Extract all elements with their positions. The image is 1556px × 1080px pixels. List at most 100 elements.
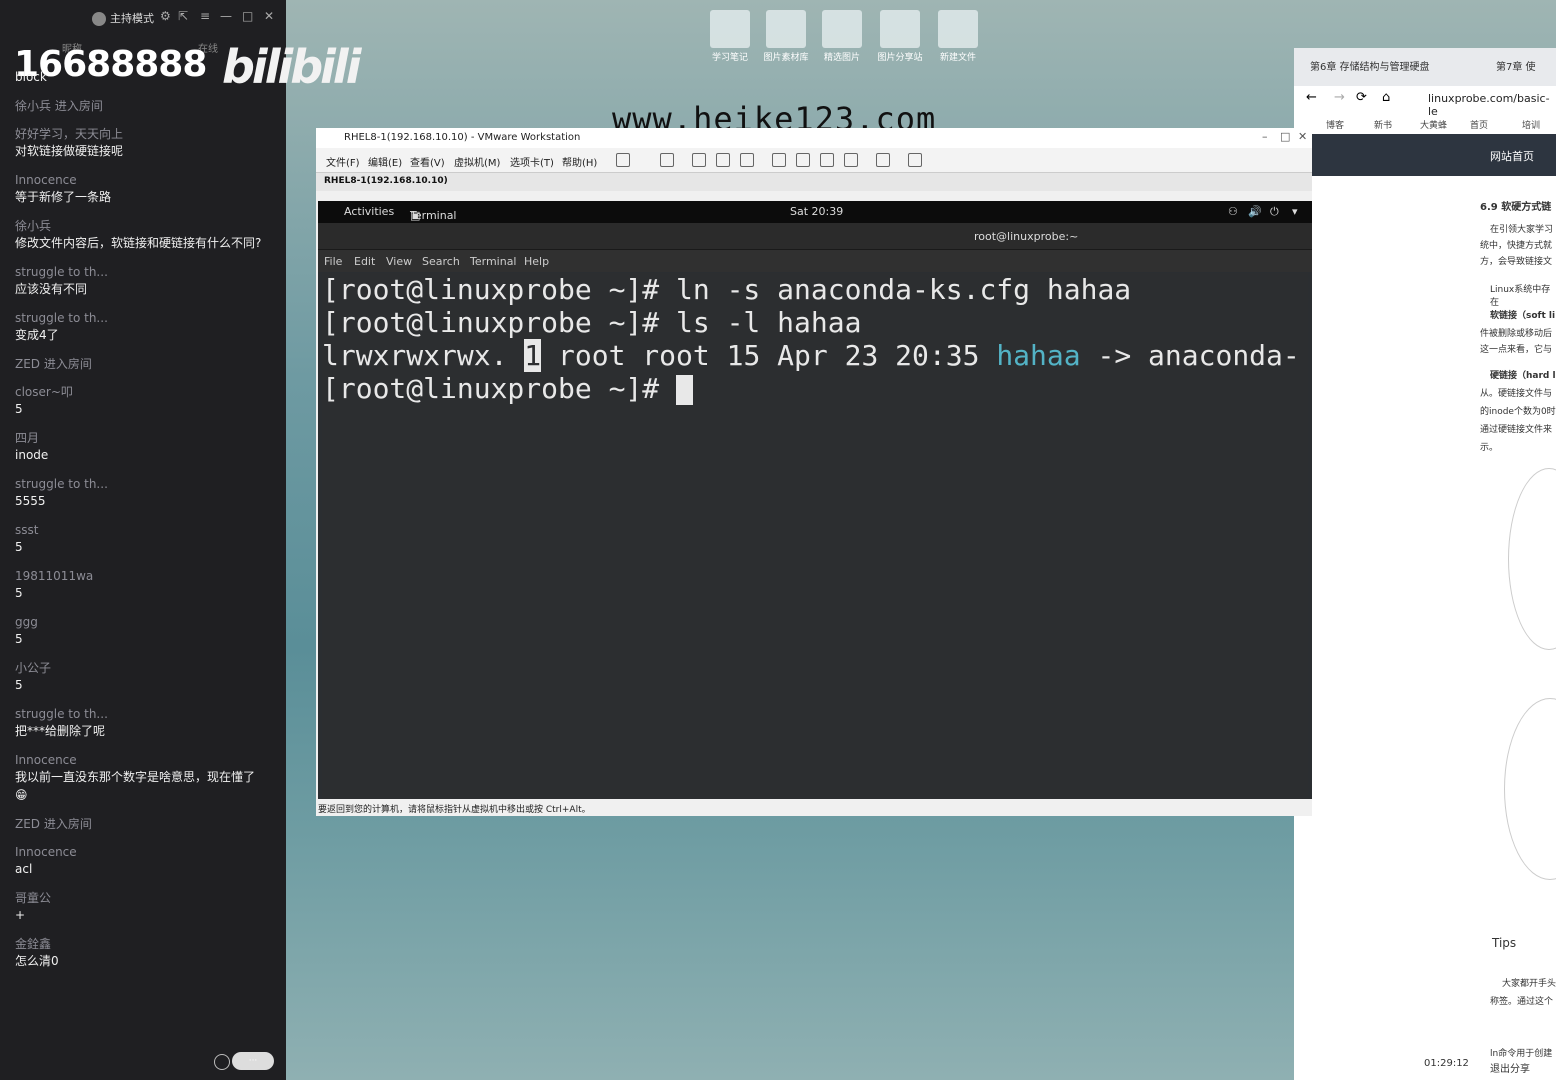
folder-icon [710, 10, 750, 48]
vm-tab[interactable]: RHEL8-1(192.168.10.10) [324, 176, 448, 186]
folder-icon [766, 10, 806, 48]
chat-message: ggg 5 [15, 614, 265, 648]
chevron-down-icon[interactable]: ▾ [1292, 205, 1298, 218]
guest-screen[interactable]: Activities ▣ Terminal ▾ Sat 20:39 ⚇ 🔊 ⏻ … [318, 201, 1312, 799]
chat-username: 徐小兵 进入房间 [15, 99, 103, 113]
host-mode-label: 主持模式 [92, 10, 154, 26]
vmware-tab-bar: RHEL8-1(192.168.10.10) [316, 172, 1312, 191]
terminal-menu-edit[interactable]: Edit [354, 255, 375, 268]
terminal-line: [root@linuxprobe ~]# [322, 372, 1308, 405]
desktop-icon-3[interactable]: 精选图片 [816, 10, 868, 63]
maximize-icon[interactable]: □ [242, 9, 253, 23]
chat-input-bar: ··· [0, 1048, 286, 1080]
send-button[interactable]: ··· [232, 1052, 274, 1070]
folder-icon [938, 10, 978, 48]
forward-icon[interactable]: → [1334, 90, 1345, 105]
activities-button[interactable]: Activities [344, 205, 394, 218]
power-icon[interactable]: ⏻ [1270, 205, 1279, 219]
snapshot-manager-icon[interactable] [740, 153, 754, 167]
menu-vm[interactable]: 虚拟机(M) [454, 154, 500, 169]
send-keys-icon[interactable] [660, 153, 674, 167]
window-title: RHEL8-1(192.168.10.10) - VMware Workstat… [344, 132, 581, 143]
site-header: 网站首页 [1312, 134, 1556, 176]
chat-message: struggle to th... 5555 [15, 476, 265, 510]
stretch-icon[interactable] [908, 153, 922, 167]
bookmark-2[interactable]: 新书 [1374, 118, 1392, 131]
bookmark-1[interactable]: 博客 [1326, 118, 1344, 131]
stop-share-button[interactable]: 退出分享 [1490, 1060, 1530, 1075]
close-icon[interactable]: ✕ [1298, 130, 1307, 143]
chat-text: 5555 [15, 494, 46, 508]
reload-icon[interactable]: ⟳ [1356, 90, 1367, 105]
chat-message: closer~叩 5 [15, 384, 265, 418]
menu-file[interactable]: 文件(F) [326, 154, 360, 169]
menu-edit[interactable]: 编辑(E) [368, 154, 402, 169]
desktop-icon-1[interactable]: 学习笔记 [704, 10, 756, 63]
emoji-icon[interactable] [214, 1054, 230, 1070]
library-icon[interactable] [772, 153, 786, 167]
menu-help[interactable]: 帮助(H) [562, 154, 597, 169]
terminal-menu-file[interactable]: File [324, 255, 342, 268]
chat-message: block [15, 70, 47, 84]
back-icon[interactable]: ← [1306, 90, 1317, 105]
chat-username: struggle to th... [15, 265, 108, 279]
browser-tab-1[interactable]: 第6章 存储结构与管理硬盘 [1310, 58, 1430, 73]
chat-username: Innocence [15, 753, 77, 767]
terminal-menu-view[interactable]: View [386, 255, 412, 268]
gnome-clock[interactable]: Sat 20:39 [790, 205, 843, 218]
pause-icon[interactable] [616, 153, 630, 167]
network-icon[interactable]: ⚇ [1228, 205, 1238, 218]
chat-text: 怎么清0 [15, 954, 59, 968]
revert-snapshot-icon[interactable] [716, 153, 730, 167]
thumbnail-icon[interactable] [796, 153, 810, 167]
chat-text: 我以前一直没东那个数字是啥意思，现在懂了😁 [15, 770, 256, 802]
unity-icon[interactable] [844, 153, 858, 167]
terminal-menu-bar: File Edit View Search Terminal Help [318, 250, 1312, 272]
terminal-menu-terminal[interactable]: Terminal [470, 255, 517, 268]
chat-text: 修改文件内容后，软链接和硬链接有什么不同? [15, 236, 262, 250]
desktop-icon-4[interactable]: 图片分享站 [874, 10, 926, 63]
menu-icon[interactable]: ≡ [200, 9, 210, 23]
chat-message: 金銓鑫 怎么清0 [15, 936, 265, 970]
menu-view[interactable]: 查看(V) [410, 154, 445, 169]
chat-message: struggle to th... 把***给删除了呢 [15, 706, 265, 740]
maximize-icon[interactable]: □ [1280, 130, 1290, 143]
chat-username: 四月 [15, 431, 40, 445]
folder-icon [822, 10, 862, 48]
browser-nav-bar: ← → ⟳ ⌂ linuxprobe.com/basic-le [1294, 86, 1556, 118]
popout-icon[interactable]: ⇱ [178, 9, 188, 23]
browser-tab-2[interactable]: 第7章 使 [1496, 58, 1536, 73]
chat-message: 小公子 5 [15, 660, 265, 694]
chat-username: struggle to th... [15, 477, 108, 491]
chat-username: struggle to th... [15, 311, 108, 325]
home-icon[interactable]: ⌂ [1382, 90, 1390, 105]
volume-icon[interactable]: 🔊 [1248, 205, 1262, 218]
chat-username: closer~叩 [15, 385, 73, 399]
chat-username: 19811011wa [15, 569, 94, 583]
snapshot-icon[interactable] [692, 153, 706, 167]
terminal-output[interactable]: [root@linuxprobe ~]# ln -s anaconda-ks.c… [322, 273, 1308, 799]
settings-icon[interactable]: ⚙ [160, 9, 171, 23]
chat-message: struggle to th... 应该没有不同 [15, 264, 265, 298]
terminal-menu-search[interactable]: Search [422, 255, 460, 268]
vmware-status-bar: 要返回到您的计算机，请将鼠标指针从虚拟机中移出或按 Ctrl+Alt。 [316, 799, 1312, 816]
chat-text: 5 [15, 678, 23, 692]
chat-username: Innocence [15, 173, 77, 187]
bookmark-3[interactable]: 大黄蜂 [1420, 118, 1447, 131]
chat-message: 徐小兵 修改文件内容后，软链接和硬链接有什么不同? [15, 218, 265, 252]
minimize-icon[interactable]: — [220, 9, 232, 23]
fullscreen-icon[interactable] [820, 153, 834, 167]
bookmark-5[interactable]: 培训 [1522, 118, 1540, 131]
section-heading: 6.9 软硬方式链 [1480, 202, 1552, 213]
diagram-circle [1504, 698, 1556, 880]
close-icon[interactable]: ✕ [264, 9, 274, 23]
bookmark-4[interactable]: 首页 [1470, 118, 1488, 131]
desktop-icon-2[interactable]: 图片素材库 [760, 10, 812, 63]
terminal-menu-help[interactable]: Help [524, 255, 549, 268]
desktop-icon-5[interactable]: 新建文件 [932, 10, 984, 63]
minimize-icon[interactable]: – [1262, 130, 1268, 143]
console-icon[interactable] [876, 153, 890, 167]
browser-tab-strip: 第6章 存储结构与管理硬盘 第7章 使 [1294, 48, 1556, 86]
nav-home-link[interactable]: 网站首页 [1490, 148, 1534, 164]
menu-tabs[interactable]: 选项卡(T) [510, 154, 554, 169]
